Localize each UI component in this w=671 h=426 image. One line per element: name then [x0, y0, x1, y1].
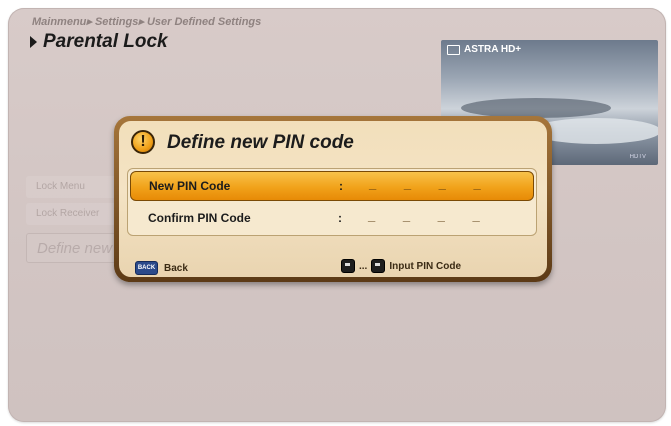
tv-icon: [447, 44, 460, 55]
page-title-text: Parental Lock: [43, 31, 168, 52]
pin-input-hint: ... Input PIN Code: [341, 259, 461, 273]
channel-name: ASTRA HD+: [464, 44, 522, 55]
number-key-9-icon: [371, 259, 386, 273]
back-key-icon: BACK: [135, 261, 158, 275]
new-pin-value[interactable]: _ _ _ _: [369, 176, 493, 191]
key-range-separator: ...: [359, 260, 368, 272]
confirm-pin-value[interactable]: _ _ _ _: [368, 208, 492, 223]
pin-input-hint-label: Input PIN Code: [389, 260, 462, 272]
back-hint-label: Back: [164, 262, 188, 274]
preview-caption: HDTV: [629, 154, 646, 160]
breadcrumb: Mainmenu▸ Settings▸ User Defined Setting…: [32, 16, 262, 28]
new-pin-colon: :: [339, 179, 343, 193]
channel-label: ASTRA HD+: [447, 44, 521, 55]
pin-dialog-body: ! Define new PIN code New PIN Code : _ _…: [119, 121, 547, 277]
page-title: Parental Lock: [30, 31, 168, 53]
confirm-pin-field[interactable]: Confirm PIN Code : _ _ _ _: [130, 204, 534, 234]
dialog-title: Define new PIN code: [167, 132, 354, 153]
title-arrow-icon: [30, 36, 37, 48]
new-pin-label: New PIN Code: [149, 179, 231, 193]
number-key-0-icon: [341, 259, 355, 273]
warning-icon: !: [131, 130, 155, 154]
new-pin-field[interactable]: New PIN Code : _ _ _ _: [130, 171, 534, 201]
pin-field-group: New PIN Code : _ _ _ _ Confirm PIN Code …: [127, 168, 537, 236]
confirm-pin-label: Confirm PIN Code: [148, 211, 251, 225]
pin-dialog: ! Define new PIN code New PIN Code : _ _…: [114, 116, 552, 282]
confirm-pin-colon: :: [338, 211, 342, 225]
back-hint[interactable]: BACK Back: [135, 261, 188, 275]
